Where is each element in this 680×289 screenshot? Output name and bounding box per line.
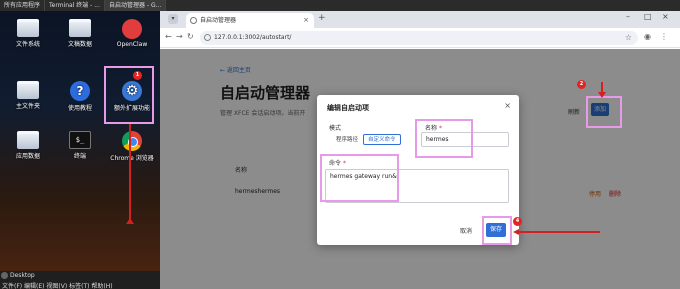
new-tab-button[interactable]: + <box>318 13 326 23</box>
site-info-icon[interactable] <box>204 34 211 41</box>
highlight-box <box>320 154 399 202</box>
chrome-icon <box>122 131 142 151</box>
desktop-icon-label: 主文件夹 <box>15 103 40 110</box>
desktop-icon-home[interactable]: 主文件夹 <box>4 81 52 110</box>
tab-autostart[interactable]: 自启动管理器 × <box>186 13 314 28</box>
highlight-box <box>104 66 154 124</box>
highlight-box <box>482 216 512 245</box>
help-icon: ? <box>70 81 90 101</box>
cancel-button[interactable]: 取消 <box>456 225 476 238</box>
desktop-icon-label: 使用教程 <box>67 105 92 112</box>
step-marker: 4 <box>513 217 522 226</box>
minimize-button[interactable]: – <box>626 12 630 21</box>
annotation-arrow <box>518 231 600 233</box>
desktop-icon-label: OpenClaw <box>116 41 148 48</box>
back-button[interactable]: ← <box>165 32 172 41</box>
annotation-arrowhead <box>126 218 134 224</box>
url-text: 127.0.0.1:3002/autostart/ <box>214 34 292 41</box>
desktop-icon-label: 文稿数据 <box>67 41 92 48</box>
taskbar-item-autostart[interactable]: 自启动管理器 - G... <box>104 0 167 11</box>
desktop-icon-label: Chrome 浏览器 <box>110 155 154 162</box>
close-icon[interactable]: × <box>504 101 511 110</box>
window-menubar[interactable]: 文件(F) 编辑(E) 视图(V) 标签(T) 帮助(H) <box>2 281 113 289</box>
menu-kebab-icon[interactable]: ⋮ <box>660 32 668 41</box>
desktop-icon-docs[interactable]: 文稿数据 <box>56 19 104 48</box>
bookmark-star-icon[interactable]: ☆ <box>625 31 632 45</box>
browser-toolbar: ← → ↻ 127.0.0.1:3002/autostart/ ☆ ◉ ⋮ <box>160 28 680 48</box>
taskbar-item-apps[interactable]: 所有应用程序 <box>0 0 46 11</box>
tab-strip: ▾ 自启动管理器 × + – □ × <box>160 11 680 28</box>
tab-title: 自启动管理器 <box>200 17 237 24</box>
annotation-arrowhead <box>598 92 606 98</box>
desktop-icon-label: 终端 <box>73 153 86 160</box>
top-panel: 所有应用程序 Terminal 终端 - ... 自启动管理器 - G... <box>0 0 680 11</box>
annotation-arrowhead <box>513 229 519 235</box>
drive-icon <box>17 19 39 37</box>
close-tab-icon[interactable]: × <box>303 13 309 28</box>
taskbar-item-terminal[interactable]: Terminal 终端 - ... <box>45 0 105 11</box>
desktop-icon-help[interactable]: ? 使用教程 <box>56 81 104 112</box>
mode-option-custom[interactable]: 自定义命令 <box>363 134 401 145</box>
home-folder-icon <box>17 81 39 99</box>
desktop-icon-label: 文件系统 <box>15 41 40 48</box>
screen: 所有应用程序 Terminal 终端 - ... 自启动管理器 - G... 文… <box>0 0 680 289</box>
annotation-arrow <box>129 124 131 224</box>
desktop-icon-openclaw[interactable]: OpenClaw <box>108 19 156 48</box>
tab-list-button[interactable]: ▾ <box>168 14 178 24</box>
page-content: ← 返回主页 自启动管理器 管理 XFCE 会话启动项。当前开 刷新 添加 名称… <box>160 49 680 289</box>
profile-icon[interactable]: ◉ <box>644 32 651 41</box>
openclaw-icon <box>122 19 142 39</box>
step-marker: 1 <box>133 71 142 80</box>
bottom-panel: Desktop 文件(F) 编辑(E) 视图(V) 标签(T) 帮助(H) <box>0 271 160 289</box>
browser-window: ▾ 自启动管理器 × + – □ × ← → ↻ 127.0.0.1:3002/… <box>160 11 680 289</box>
maximize-button[interactable]: □ <box>644 12 652 21</box>
step-marker: 2 <box>577 80 586 89</box>
desktop: 文件系统 文稿数据 OpenClaw 主文件夹 ? 使用教程 ⚙ 额外扩展功能 … <box>0 11 160 277</box>
desktop-icon-label: 应用数据 <box>15 153 40 160</box>
terminal-icon: $_ <box>69 131 91 149</box>
globe-icon <box>190 17 197 24</box>
app-icon <box>1 272 8 279</box>
mode-option-path[interactable]: 程序路径 <box>331 134 363 145</box>
mode-selector: 程序路径 自定义命令 <box>331 134 401 145</box>
desktop-icon-filesystem[interactable]: 文件系统 <box>4 19 52 48</box>
desktop-icon-appdata[interactable]: 应用数据 <box>4 131 52 160</box>
desktop-icon-chrome[interactable]: Chrome 浏览器 <box>108 131 156 162</box>
desktop-icon-terminal[interactable]: $_ 终端 <box>56 131 104 160</box>
dialog-title: 编辑自启动项 <box>327 104 369 112</box>
reload-button[interactable]: ↻ <box>187 32 194 41</box>
mode-label: 模式 <box>329 125 342 132</box>
highlight-box <box>415 119 473 158</box>
folder-icon <box>69 19 91 37</box>
folder-icon <box>17 131 39 149</box>
forward-button[interactable]: → <box>176 32 183 41</box>
address-bar[interactable]: 127.0.0.1:3002/autostart/ ☆ <box>200 31 638 45</box>
window-name: Desktop <box>10 272 35 279</box>
close-window-button[interactable]: × <box>662 12 669 21</box>
highlight-box <box>586 96 622 128</box>
